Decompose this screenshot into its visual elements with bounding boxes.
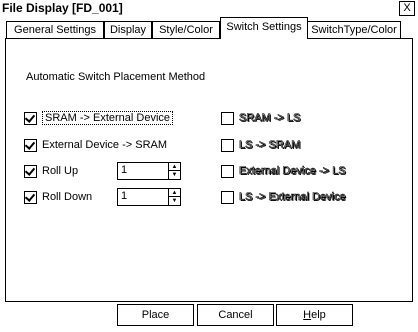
option-roll-up[interactable]: Roll Up: [24, 163, 78, 179]
button-label: Cancel: [218, 309, 253, 321]
checkbox[interactable]: [24, 164, 37, 178]
tab-display[interactable]: Display: [104, 21, 152, 38]
option-label: External Device -> LS: [239, 165, 346, 178]
tab-label: Switch Settings: [226, 21, 302, 33]
button-label: elp: [311, 309, 326, 321]
tab-label: Style/Color: [159, 24, 213, 36]
spin-down-icon[interactable]: ▼: [169, 171, 180, 179]
tab-label: Display: [109, 24, 147, 36]
checkbox: [221, 190, 234, 204]
spin-down-icon[interactable]: ▼: [169, 197, 180, 205]
close-button[interactable]: X: [399, 1, 415, 16]
spinner-buttons: ▲ ▼: [168, 189, 180, 205]
spin-up-icon[interactable]: ▲: [169, 163, 180, 171]
spinner-value: 1: [121, 164, 128, 176]
tab-label: General Settings: [14, 24, 96, 36]
tab-style-color[interactable]: Style/Color: [152, 21, 220, 38]
option-label: External Device -> SRAM: [42, 139, 168, 151]
option-sram-to-external[interactable]: SRAM -> External Device: [24, 110, 174, 126]
option-label: Roll Down: [42, 191, 93, 203]
option-label: SRAM -> External Device: [42, 111, 174, 125]
option-sram-to-ls: SRAM -> LS: [221, 110, 301, 126]
checkbox: [221, 111, 234, 125]
checkbox: [221, 138, 234, 152]
button-label: Place: [141, 309, 170, 321]
close-icon: X: [403, 2, 411, 14]
option-label: LS -> External Device: [239, 191, 346, 204]
tab-label: SwitchType/Color: [311, 24, 397, 36]
title-bar: File Display [FD_001] X: [0, 0, 418, 17]
tab-switchtype-color[interactable]: SwitchType/Color: [307, 21, 401, 38]
checkbox[interactable]: [24, 138, 37, 152]
roll-up-spinner[interactable]: 1 ▲ ▼: [117, 162, 181, 180]
option-ls-to-external: LS -> External Device: [221, 189, 346, 205]
spin-up-icon[interactable]: ▲: [169, 189, 180, 197]
checkbox: [221, 164, 234, 178]
option-external-to-sram[interactable]: External Device -> SRAM: [24, 137, 167, 153]
section-label: Automatic Switch Placement Method: [26, 71, 206, 83]
roll-down-spinner[interactable]: 1 ▲ ▼: [117, 188, 181, 206]
checkbox[interactable]: [24, 190, 37, 204]
spinner-value: 1: [121, 190, 128, 202]
button-mnemonic: H: [303, 309, 312, 321]
option-label: LS -> SRAM: [239, 139, 301, 152]
window-title: File Display [FD_001]: [2, 1, 123, 15]
help-button[interactable]: Help: [276, 304, 353, 326]
cancel-button[interactable]: Cancel: [197, 304, 274, 326]
option-roll-down[interactable]: Roll Down: [24, 189, 92, 205]
checkbox[interactable]: [24, 111, 37, 125]
tab-switch-settings[interactable]: Switch Settings: [220, 17, 308, 39]
place-button[interactable]: Place: [117, 304, 194, 326]
option-label: Roll Up: [42, 165, 79, 177]
tab-general-settings[interactable]: General Settings: [6, 21, 104, 38]
option-label: SRAM -> LS: [239, 112, 301, 125]
option-ls-to-sram: LS -> SRAM: [221, 137, 301, 153]
option-external-to-ls: External Device -> LS: [221, 163, 346, 179]
spinner-buttons: ▲ ▼: [168, 163, 180, 179]
